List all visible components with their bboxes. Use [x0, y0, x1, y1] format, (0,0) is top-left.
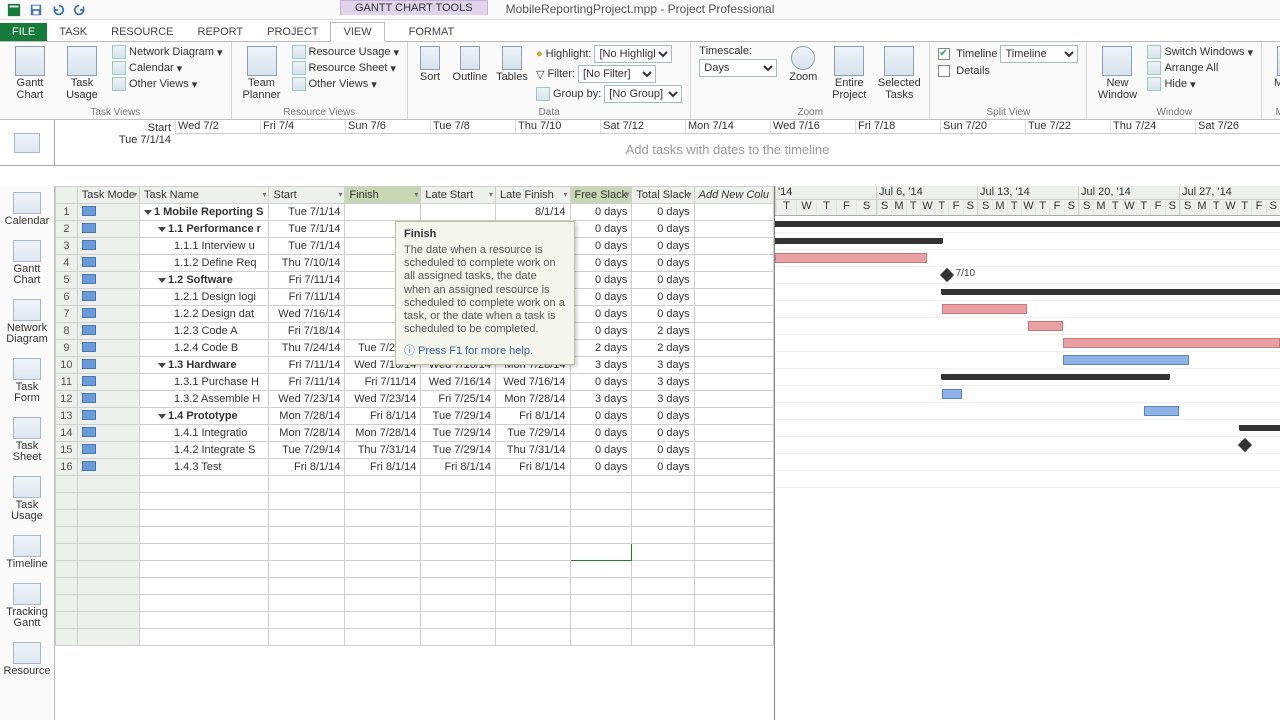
- col-finish[interactable]: Finish▾: [345, 187, 421, 204]
- timeline-side-icons: [0, 120, 55, 165]
- viewbar-gantt-chart[interactable]: GanttChart: [0, 234, 54, 293]
- network-diagram-button[interactable]: Network Diagram ▾: [110, 44, 225, 60]
- sort-button[interactable]: Sort: [414, 44, 446, 86]
- viewbar-tracking-gantt[interactable]: TrackingGantt: [0, 577, 54, 636]
- column-tooltip: Finish The date when a resource is sched…: [395, 221, 575, 365]
- details-check[interactable]: Details: [936, 64, 1080, 78]
- calendar-button[interactable]: Calendar ▾: [110, 60, 225, 76]
- outline-button[interactable]: Outline: [450, 44, 490, 86]
- col-late-start[interactable]: Late Start▾: [421, 187, 496, 204]
- arrange-all-button[interactable]: Arrange All: [1145, 60, 1255, 76]
- gantt-row: [775, 471, 1280, 488]
- save-icon[interactable]: [28, 2, 44, 18]
- viewbar-network-diagram[interactable]: NetworkDiagram: [0, 293, 54, 352]
- col-free-slack[interactable]: Free Slack▾: [570, 187, 632, 204]
- table-row[interactable]: 121.3.2 Assemble HWed 7/23/14Wed 7/23/14…: [56, 391, 774, 408]
- timeline-date-marks: Wed 7/2Fri 7/4Sun 7/6Tue 7/8Thu 7/10Sat …: [175, 120, 1280, 134]
- tab-project[interactable]: PROJECT: [255, 23, 330, 41]
- highlight-select[interactable]: [No Highlight]: [594, 45, 672, 63]
- undo-icon[interactable]: [50, 2, 66, 18]
- tab-file[interactable]: FILE: [0, 23, 47, 41]
- tab-task[interactable]: TASK: [47, 23, 99, 41]
- timeline-hint[interactable]: Add tasks with dates to the timeline: [175, 134, 1280, 164]
- macros-button[interactable]: Macros: [1268, 44, 1280, 92]
- tooltip-help[interactable]: Press F1 for more help.: [404, 342, 566, 358]
- task-usage-button[interactable]: Task Usage: [58, 44, 106, 103]
- timescale-select[interactable]: Days: [699, 59, 777, 77]
- col-add-new[interactable]: Add New Colu: [694, 187, 773, 204]
- ribbon: Gantt Chart Task Usage Network Diagram ▾…: [0, 42, 1280, 120]
- viewbar-task-form[interactable]: TaskForm: [0, 352, 54, 411]
- entire-project-button[interactable]: Entire Project: [827, 44, 871, 103]
- gantt-row: [775, 369, 1280, 386]
- viewbar-timeline[interactable]: Timeline: [0, 529, 54, 577]
- contextual-tool-tab: GANTT CHART TOOLS: [340, 0, 488, 15]
- col-start[interactable]: Start▾: [269, 187, 345, 204]
- gantt-row: [775, 437, 1280, 454]
- table-row[interactable]: 111.3.1 Purchase HFri 7/11/14Fri 7/11/14…: [56, 374, 774, 391]
- highlight-control[interactable]: ●Highlight: [No Highlight]: [534, 44, 684, 64]
- col-late-finish[interactable]: Late Finish▾: [495, 187, 570, 204]
- timeline-check[interactable]: Timeline Timeline: [936, 44, 1080, 64]
- team-planner-button[interactable]: Team Planner: [238, 44, 286, 103]
- timeline-select[interactable]: Timeline: [1000, 45, 1078, 63]
- viewbar-calendar[interactable]: Calendar: [0, 186, 54, 234]
- new-window-button[interactable]: New Window: [1093, 44, 1141, 103]
- resource-sheet-button[interactable]: Resource Sheet ▾: [290, 60, 401, 76]
- timeline-start: Start Tue 7/1/14: [55, 120, 175, 165]
- viewbar-task-usage[interactable]: TaskUsage: [0, 470, 54, 529]
- gantt-row: [775, 403, 1280, 420]
- app-icon: [6, 2, 22, 18]
- filter-control[interactable]: ▽Filter: [No Filter]: [534, 64, 684, 84]
- table-row[interactable]: 11 Mobile Reporting STue 7/1/148/1/140 d…: [56, 204, 774, 221]
- col-task-mode[interactable]: Task Mode▾: [77, 187, 139, 204]
- selected-tasks-button[interactable]: Selected Tasks: [875, 44, 923, 103]
- gantt-chart[interactable]: '14TWTFSJul 6, '14SMTWTFSJul 13, '14SMTW…: [775, 186, 1280, 720]
- viewbar-task-sheet[interactable]: TaskSheet: [0, 411, 54, 470]
- table-row[interactable]: 151.4.2 Integrate STue 7/29/14Thu 7/31/1…: [56, 442, 774, 459]
- gantt-row: 7/10: [775, 267, 1280, 284]
- groupby-control[interactable]: Group by: [No Group]: [534, 84, 684, 104]
- tab-report[interactable]: REPORT: [186, 23, 256, 41]
- gantt-row: [775, 216, 1280, 233]
- tables-button[interactable]: Tables: [494, 44, 530, 86]
- gantt-chart-button[interactable]: Gantt Chart: [6, 44, 54, 103]
- other-views-2-button[interactable]: Other Views ▾: [290, 76, 401, 92]
- table-row[interactable]: 161.4.3 TestFri 8/1/14Fri 8/1/14Fri 8/1/…: [56, 459, 774, 476]
- table-row[interactable]: 131.4 PrototypeMon 7/28/14Fri 8/1/14Tue …: [56, 408, 774, 425]
- hide-button[interactable]: Hide ▾: [1145, 76, 1255, 92]
- zoom-button[interactable]: Zoom: [783, 44, 823, 86]
- col-task-name[interactable]: Task Name▾: [139, 187, 269, 204]
- view-bar: CalendarGanttChartNetworkDiagramTaskForm…: [0, 186, 55, 720]
- gantt-row: [775, 420, 1280, 437]
- quick-access-toolbar: [0, 0, 1280, 20]
- table-row[interactable]: 141.4.1 IntegratioMon 7/28/14Mon 7/28/14…: [56, 425, 774, 442]
- tab-format[interactable]: FORMAT: [397, 23, 467, 41]
- tooltip-body: The date when a resource is scheduled to…: [404, 244, 566, 336]
- ribbon-tabs: FILE TASK RESOURCE REPORT PROJECT VIEW F…: [0, 20, 1280, 42]
- tab-view[interactable]: VIEW: [330, 22, 384, 42]
- gantt-row: [775, 318, 1280, 335]
- gantt-row: [775, 386, 1280, 403]
- gantt-row: [775, 284, 1280, 301]
- gantt-row: [775, 352, 1280, 369]
- gantt-row: [775, 301, 1280, 318]
- groupby-select[interactable]: [No Group]: [604, 85, 682, 103]
- col-total-slack[interactable]: Total Slack▾: [632, 187, 694, 204]
- gantt-row: [775, 335, 1280, 352]
- gantt-row: [775, 454, 1280, 471]
- redo-icon[interactable]: [72, 2, 88, 18]
- resource-usage-button[interactable]: Resource Usage ▾: [290, 44, 401, 60]
- other-views-button[interactable]: Other Views ▾: [110, 76, 225, 92]
- timescale-label: Timescale:: [697, 44, 779, 58]
- viewbar-resource[interactable]: Resource: [0, 636, 54, 684]
- gantt-row: [775, 233, 1280, 250]
- filter-select[interactable]: [No Filter]: [578, 65, 656, 83]
- switch-windows-button[interactable]: Switch Windows ▾: [1145, 44, 1255, 60]
- gantt-row: [775, 250, 1280, 267]
- timeline-panel: Start Tue 7/1/14 Wed 7/2Fri 7/4Sun 7/6Tu…: [0, 120, 1280, 166]
- tab-resource[interactable]: RESOURCE: [99, 23, 185, 41]
- tooltip-title: Finish: [404, 228, 566, 240]
